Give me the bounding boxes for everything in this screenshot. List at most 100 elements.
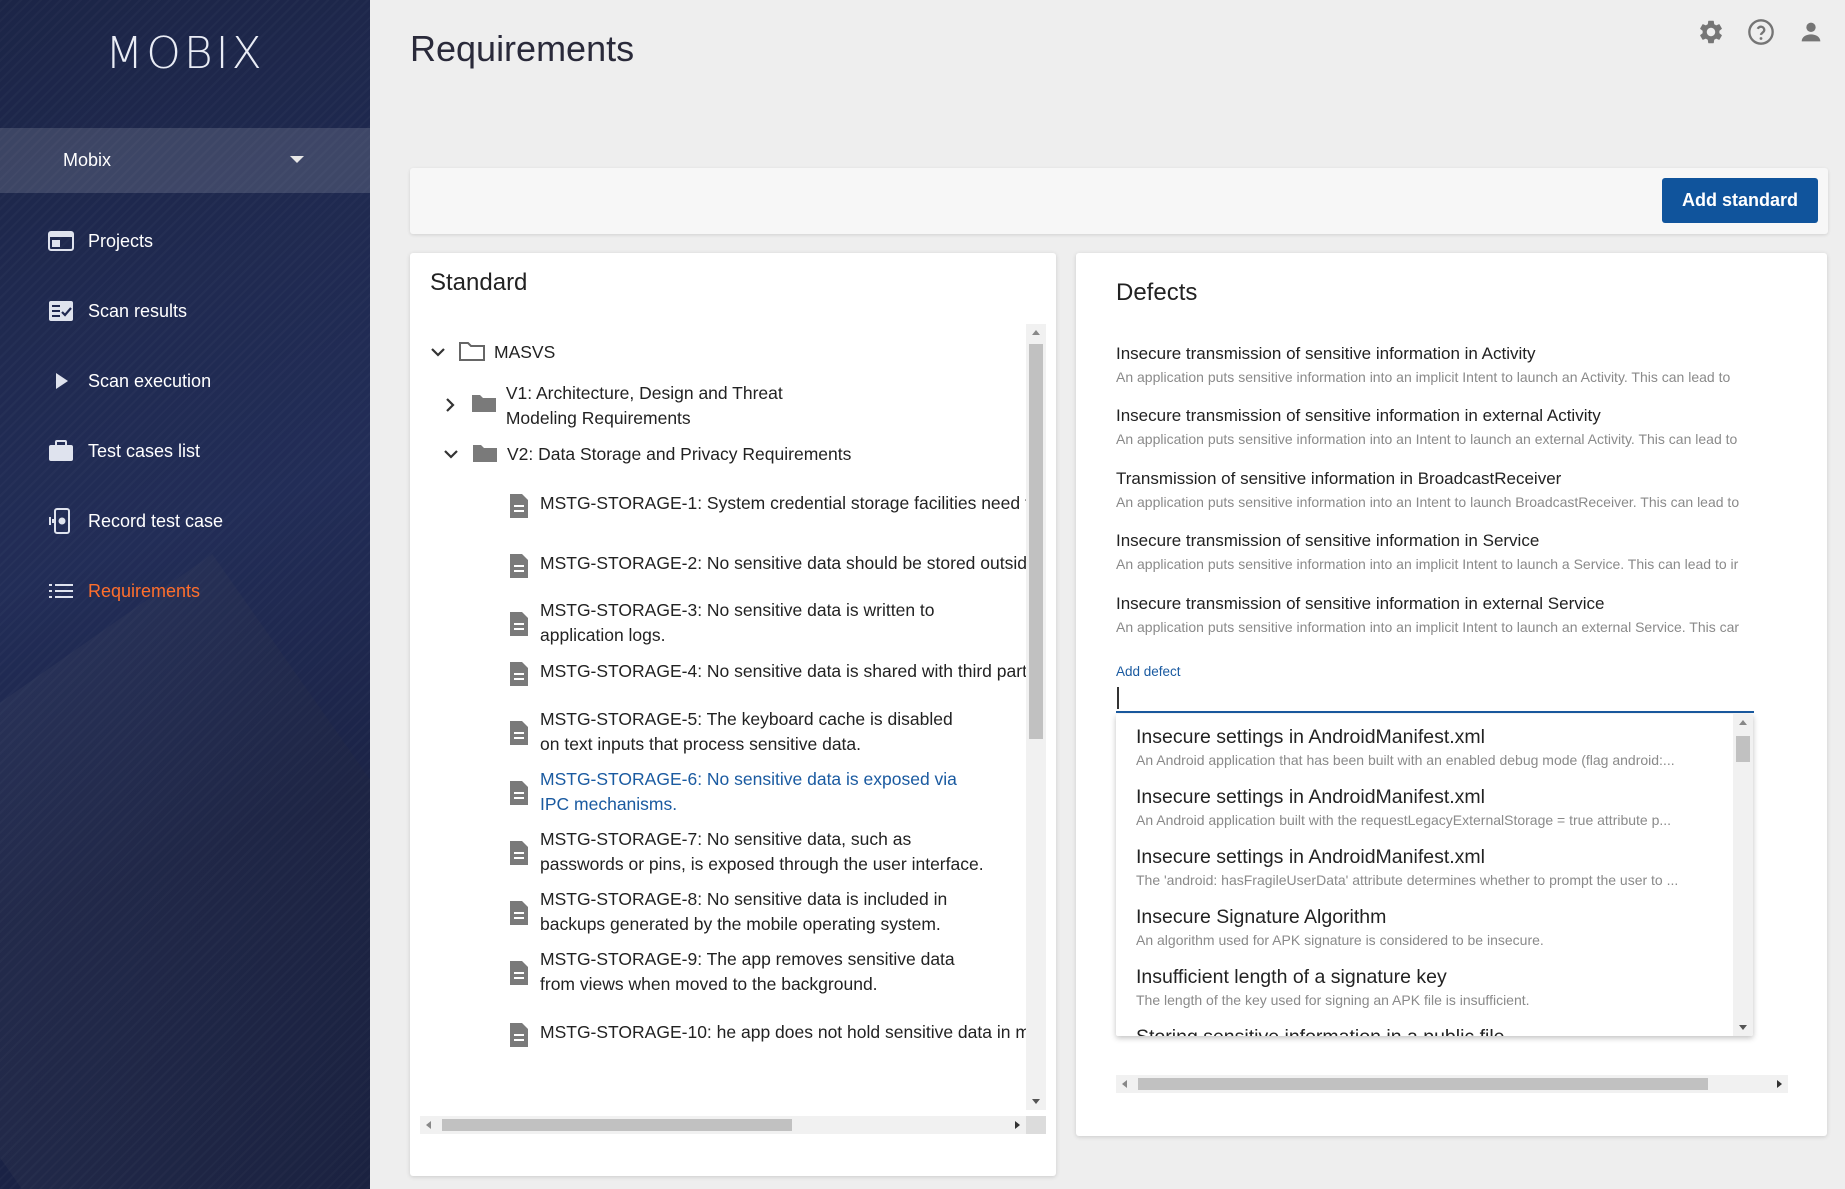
record-icon bbox=[47, 508, 75, 534]
document-icon bbox=[508, 611, 530, 637]
tree-leaf[interactable]: MSTG-STORAGE-10: he app does not hold se… bbox=[508, 1020, 1036, 1048]
tree-node-label: V2: Data Storage and Privacy Requirement… bbox=[507, 444, 852, 464]
sidebar-item-label: Scan results bbox=[88, 300, 188, 321]
defect-description: An application puts sensitive informatio… bbox=[1116, 619, 1740, 635]
add-defect-dropdown: Insecure settings in AndroidManifest.xml… bbox=[1116, 714, 1753, 1036]
add-standard-button[interactable]: Add standard bbox=[1661, 178, 1818, 223]
tree-node-root[interactable]: MASVS bbox=[426, 340, 555, 365]
scrollbar-thumb[interactable] bbox=[1736, 736, 1750, 762]
settings-icon[interactable] bbox=[1697, 18, 1725, 46]
account-icon[interactable] bbox=[1797, 18, 1825, 46]
tree-leaf-label: MSTG-STORAGE-9: The app removes sensitiv… bbox=[540, 949, 955, 994]
tree-leaf[interactable]: MSTG-STORAGE-1: System credential storag… bbox=[508, 491, 1036, 519]
tree-leaf-label: MSTG-STORAGE-10: he app does not hold se… bbox=[540, 1022, 1036, 1042]
scrollbar-thumb[interactable] bbox=[1138, 1078, 1708, 1090]
defect-item[interactable]: Insecure transmission of sensitive infor… bbox=[1116, 530, 1788, 574]
sidebar-item-label: Test cases list bbox=[88, 440, 201, 461]
standard-horizontal-scrollbar[interactable] bbox=[420, 1116, 1026, 1134]
sidebar-item-label: Scan execution bbox=[88, 370, 212, 391]
scan-results-icon bbox=[47, 299, 75, 323]
option-description: An Android application built with the re… bbox=[1136, 812, 1672, 828]
tree-leaf[interactable]: MSTG-STORAGE-2: No sensitive data should… bbox=[508, 551, 1036, 579]
dropdown-option[interactable]: Insecure settings in AndroidManifest.xml… bbox=[1136, 844, 1716, 890]
chevron-down-icon[interactable] bbox=[426, 340, 450, 364]
header-actions bbox=[1697, 18, 1825, 46]
defect-description: An application puts sensitive informatio… bbox=[1116, 494, 1740, 510]
scroll-right-icon[interactable] bbox=[1777, 1080, 1782, 1088]
scrollbar-thumb[interactable] bbox=[442, 1119, 792, 1131]
sidebar: MOBIX Mobix Projects Scan results Scan e… bbox=[0, 0, 370, 1189]
option-title: Storing sensitive information in a publi… bbox=[1136, 1024, 1716, 1036]
projects-icon bbox=[47, 229, 75, 253]
sidebar-item-label: Requirements bbox=[88, 580, 201, 601]
dropdown-scrollbar[interactable] bbox=[1733, 714, 1753, 1036]
scrollbar-thumb[interactable] bbox=[1029, 344, 1043, 739]
sidebar-item-scan-results[interactable]: Scan results bbox=[0, 276, 370, 346]
tree-node-group[interactable]: V2: Data Storage and Privacy Requirement… bbox=[439, 442, 851, 467]
tree-leaf[interactable]: MSTG-STORAGE-9: The app removes sensitiv… bbox=[508, 947, 978, 997]
document-icon bbox=[508, 840, 530, 866]
standard-panel: Standard MASVS V1: Architecture, Design … bbox=[410, 253, 1056, 1176]
sidebar-item-label: Projects bbox=[88, 230, 154, 251]
option-title: Insecure Signature Algorithm bbox=[1136, 906, 1387, 928]
tree-node-group[interactable]: V1: Architecture, Design and Threat Mode… bbox=[439, 381, 839, 431]
dropdown-option[interactable]: Insecure settings in AndroidManifest.xml… bbox=[1136, 784, 1716, 830]
option-description: The length of the key used for signing a… bbox=[1136, 992, 1530, 1008]
tree-leaf-label: MSTG-STORAGE-5: The keyboard cache is di… bbox=[540, 709, 953, 754]
chevron-right-icon[interactable] bbox=[439, 393, 462, 417]
tree-leaf-label: MSTG-STORAGE-1: System credential storag… bbox=[540, 493, 1036, 513]
sidebar-item-test-cases[interactable]: Test cases list bbox=[0, 416, 370, 486]
option-title: Insecure settings in AndroidManifest.xml bbox=[1136, 846, 1486, 868]
defects-horizontal-scrollbar[interactable] bbox=[1116, 1075, 1788, 1093]
option-description: An Android application that has been bui… bbox=[1136, 752, 1675, 768]
tree-leaf[interactable]: MSTG-STORAGE-5: The keyboard cache is di… bbox=[508, 707, 978, 757]
option-description: An algorithm used for APK signature is c… bbox=[1136, 932, 1544, 948]
dropdown-list: Insecure settings in AndroidManifest.xml… bbox=[1116, 714, 1732, 1036]
project-select[interactable]: Mobix bbox=[0, 128, 370, 193]
sidebar-item-scan-execution[interactable]: Scan execution bbox=[0, 346, 370, 416]
option-title: Insecure settings in AndroidManifest.xml bbox=[1136, 786, 1486, 808]
scroll-down-icon[interactable] bbox=[1739, 1025, 1747, 1030]
defect-item[interactable]: Insecure transmission of sensitive infor… bbox=[1116, 343, 1788, 387]
document-icon bbox=[508, 493, 530, 519]
dropdown-option[interactable]: Insecure settings in AndroidManifest.xml… bbox=[1136, 724, 1716, 770]
scrollbar-corner bbox=[1026, 1116, 1046, 1134]
document-icon bbox=[508, 1022, 530, 1048]
sidebar-item-projects[interactable]: Projects bbox=[0, 206, 370, 276]
tree-leaf[interactable]: MSTG-STORAGE-8: No sensitive data is inc… bbox=[508, 887, 978, 937]
defect-title: Insecure transmission of sensitive infor… bbox=[1116, 531, 1540, 550]
page-title: Requirements bbox=[410, 28, 635, 69]
defect-item[interactable]: Insecure transmission of sensitive infor… bbox=[1116, 405, 1788, 449]
app-logo: MOBIX bbox=[105, 28, 265, 79]
dropdown-option[interactable]: Storing sensitive information in a publi… bbox=[1136, 1024, 1716, 1036]
project-select-value: Mobix bbox=[63, 150, 112, 170]
scroll-right-icon[interactable] bbox=[1015, 1121, 1020, 1129]
folder-open-icon bbox=[458, 340, 486, 364]
scroll-up-icon[interactable] bbox=[1032, 330, 1040, 335]
defect-description: An application puts sensitive informatio… bbox=[1116, 431, 1738, 447]
standard-vertical-scrollbar[interactable] bbox=[1026, 324, 1046, 1110]
tree-leaf[interactable]: MSTG-STORAGE-7: No sensitive data, such … bbox=[508, 827, 988, 877]
sidebar-item-requirements[interactable]: Requirements bbox=[0, 556, 370, 626]
scroll-down-icon[interactable] bbox=[1032, 1099, 1040, 1104]
document-icon bbox=[508, 960, 530, 986]
scroll-left-icon[interactable] bbox=[426, 1121, 431, 1129]
help-icon[interactable] bbox=[1747, 18, 1775, 46]
sidebar-item-record-test-case[interactable]: Record test case bbox=[0, 486, 370, 556]
dropdown-option[interactable]: Insufficient length of a signature key T… bbox=[1136, 964, 1716, 1010]
scroll-left-icon[interactable] bbox=[1122, 1080, 1127, 1088]
defect-item[interactable]: Insecure transmission of sensitive infor… bbox=[1116, 593, 1788, 637]
tree-leaf[interactable]: MSTG-STORAGE-3: No sensitive data is wri… bbox=[508, 598, 978, 648]
chevron-down-icon[interactable] bbox=[439, 442, 463, 466]
defect-title: Insecure transmission of sensitive infor… bbox=[1116, 594, 1605, 613]
scroll-up-icon[interactable] bbox=[1739, 720, 1747, 725]
tree-leaf[interactable]: MSTG-STORAGE-4: No sensitive data is sha… bbox=[508, 659, 1036, 687]
tree-node-label: MASVS bbox=[494, 342, 556, 362]
tree-leaf-selected[interactable]: MSTG-STORAGE-6: No sensitive data is exp… bbox=[508, 767, 978, 817]
dropdown-option[interactable]: Insecure Signature Algorithm An algorith… bbox=[1136, 904, 1716, 950]
document-icon bbox=[508, 553, 530, 579]
defect-item[interactable]: Transmission of sensitive information in… bbox=[1116, 468, 1788, 512]
document-icon bbox=[508, 780, 530, 806]
add-defect-input[interactable] bbox=[1116, 683, 1754, 713]
chevron-down-icon bbox=[290, 156, 304, 163]
